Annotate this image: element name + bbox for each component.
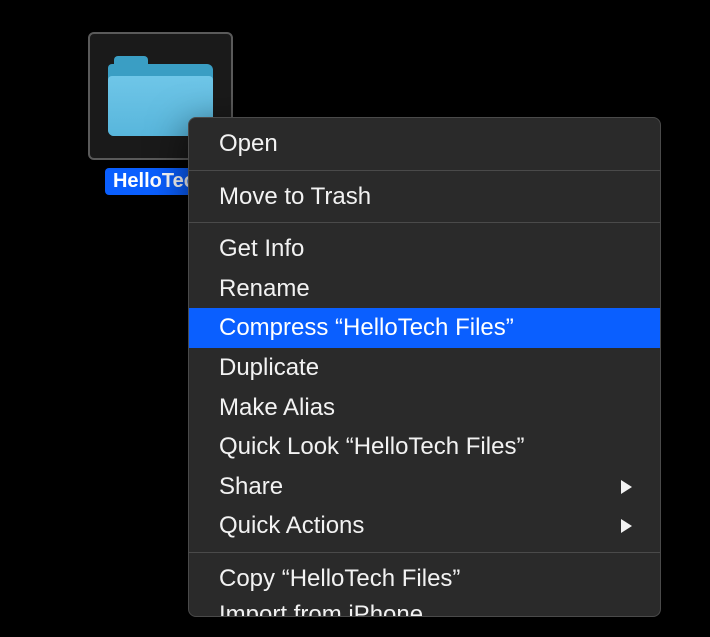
menu-item-import-from-iphone[interactable]: Import from iPhone (189, 599, 660, 616)
menu-label: Make Alias (219, 391, 335, 425)
menu-separator (189, 552, 660, 553)
menu-label: Share (219, 470, 283, 504)
menu-label: Move to Trash (219, 180, 371, 214)
menu-label: Import from iPhone (219, 601, 423, 616)
menu-item-quick-actions[interactable]: Quick Actions (189, 506, 660, 546)
menu-separator (189, 170, 660, 171)
menu-item-rename[interactable]: Rename (189, 269, 660, 309)
menu-label: Rename (219, 272, 310, 306)
menu-label: Duplicate (219, 351, 319, 385)
submenu-arrow-icon (621, 480, 632, 494)
menu-item-duplicate[interactable]: Duplicate (189, 348, 660, 388)
menu-label: Quick Look “HelloTech Files” (219, 430, 524, 464)
menu-item-quick-look[interactable]: Quick Look “HelloTech Files” (189, 427, 660, 467)
menu-item-move-to-trash[interactable]: Move to Trash (189, 177, 660, 217)
menu-label: Compress “HelloTech Files” (219, 311, 514, 345)
menu-item-get-info[interactable]: Get Info (189, 229, 660, 269)
menu-item-copy[interactable]: Copy “HelloTech Files” (189, 559, 660, 599)
menu-item-share[interactable]: Share (189, 467, 660, 507)
menu-label: Get Info (219, 232, 304, 266)
submenu-arrow-icon (621, 519, 632, 533)
menu-label: Quick Actions (219, 509, 364, 543)
menu-separator (189, 222, 660, 223)
context-menu: Open Move to Trash Get Info Rename Compr… (188, 117, 661, 617)
menu-item-compress[interactable]: Compress “HelloTech Files” (189, 308, 660, 348)
menu-item-open[interactable]: Open (189, 124, 660, 164)
menu-label: Copy “HelloTech Files” (219, 562, 460, 596)
menu-label: Open (219, 127, 278, 161)
menu-item-make-alias[interactable]: Make Alias (189, 388, 660, 428)
